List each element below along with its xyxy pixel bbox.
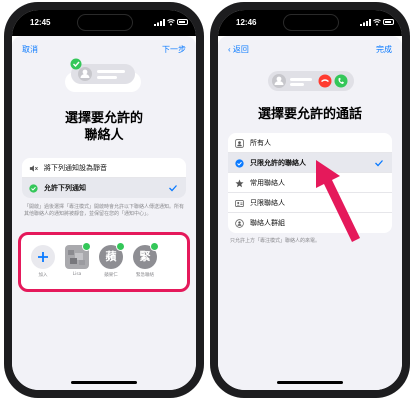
title-line-2: 聯絡人 [84,128,124,143]
right-screen: 12:46 ‹ 返回 完成 選擇要允許的通話 所有人 只限允許的聯絡人 常用聯絡… [218,10,402,390]
checkmark-icon [375,160,383,167]
cellular-signal-icon [154,19,165,26]
contact-label: 蘋果仁 [104,273,118,278]
incoming-call-banner-icon [268,71,354,91]
checkmark-circle-icon [29,184,38,193]
people-chooser-highlight: 加入 Lisa 蘋 蘋果仁 緊 緊急聯絡 [18,232,190,292]
option-everyone[interactable]: 所有人 [228,133,392,153]
option-label: 只限聯絡人 [250,199,285,207]
contact-avatar[interactable] [65,242,91,269]
group-icon [235,219,244,228]
selected-badge-icon [82,242,91,251]
option-label: 只限允許的聯絡人 [250,159,306,167]
checkmark-icon [169,185,177,192]
calls-sheet: ‹ 返回 完成 選擇要允許的通話 所有人 只限允許的聯絡人 常用聯絡人 只限聯絡… [218,36,402,390]
status-time: 12:46 [236,18,257,27]
right-phone: 12:46 ‹ 返回 完成 選擇要允許的通話 所有人 只限允許的聯絡人 常用聯絡… [210,2,410,398]
home-indicator [277,381,343,384]
cancel-button[interactable]: 取消 [22,44,38,55]
cellular-signal-icon [360,19,371,26]
back-button[interactable]: ‹ 返回 [228,44,249,55]
dynamic-island [284,15,338,30]
dynamic-island [78,15,132,30]
option-label: 所有人 [250,139,271,147]
status-time: 12:45 [30,18,51,27]
plus-icon [38,252,48,262]
speaker-muted-icon [29,165,38,172]
option-label: 允許下列通知 [44,184,86,192]
annotation-arrow-icon [316,160,360,242]
title-line-1: 選擇要允許的 [64,111,143,126]
status-bar: 12:45 [12,10,196,36]
left-screen: 12:45 取消 下一步 選擇要允許的 聯絡人 將下列通知設為靜音 允許下列通知… [12,10,196,390]
focus-sheet: 取消 下一步 選擇要允許的 聯絡人 將下列通知設為靜音 允許下列通知 「開啟」過… [12,36,196,390]
notification-banner-icon [65,58,141,92]
done-button[interactable]: 完成 [376,44,392,55]
option-label: 聯絡人群組 [250,219,285,227]
wifi-icon [167,19,175,26]
contacts-card-icon [235,199,244,208]
status-bar: 12:46 [218,10,402,36]
home-indicator [71,381,137,384]
selected-badge-icon [116,242,125,251]
contact-initial: 蘋 [105,250,117,263]
checkmark-circle-icon [235,159,244,168]
back-label: 返回 [232,45,249,54]
left-phone: 12:45 取消 下一步 選擇要允許的 聯絡人 將下列通知設為靜音 允許下列通知… [4,2,204,398]
page-title: 選擇要允許的 聯絡人 [12,110,196,144]
battery-icon [383,19,394,25]
star-icon [235,179,244,188]
person-icon [235,139,244,148]
option-label: 常用聯絡人 [250,179,285,187]
option-label: 將下列通知設為靜音 [44,164,107,172]
next-button[interactable]: 下一步 [162,44,186,55]
selected-badge-icon [150,242,159,251]
contact-avatar[interactable]: 蘋 [99,242,125,269]
battery-icon [177,19,188,25]
description-text: 「開啟」過後選擇「專注模式」開啟時會允許以下聯絡人傳送通知。所有其他聯絡人的通知… [24,204,185,217]
comparison-stage: 12:45 取消 下一步 選擇要允許的 聯絡人 將下列通知設為靜音 允許下列通知… [0,0,414,400]
add-contact-button[interactable] [31,245,55,269]
contact-avatar[interactable]: 緊 [133,242,159,269]
notification-options: 將下列通知設為靜音 允許下列通知 [22,158,186,198]
option-mute[interactable]: 將下列通知設為靜音 [22,158,186,178]
contact-label: Lisa [72,272,82,277]
contact-initial: 緊 [139,250,151,263]
add-label: 加入 [38,273,48,278]
wifi-icon [373,19,381,26]
option-allow[interactable]: 允許下列通知 [22,178,186,198]
contact-label: 緊急聯絡 [136,273,154,278]
page-title: 選擇要允許的通話 [257,107,362,122]
